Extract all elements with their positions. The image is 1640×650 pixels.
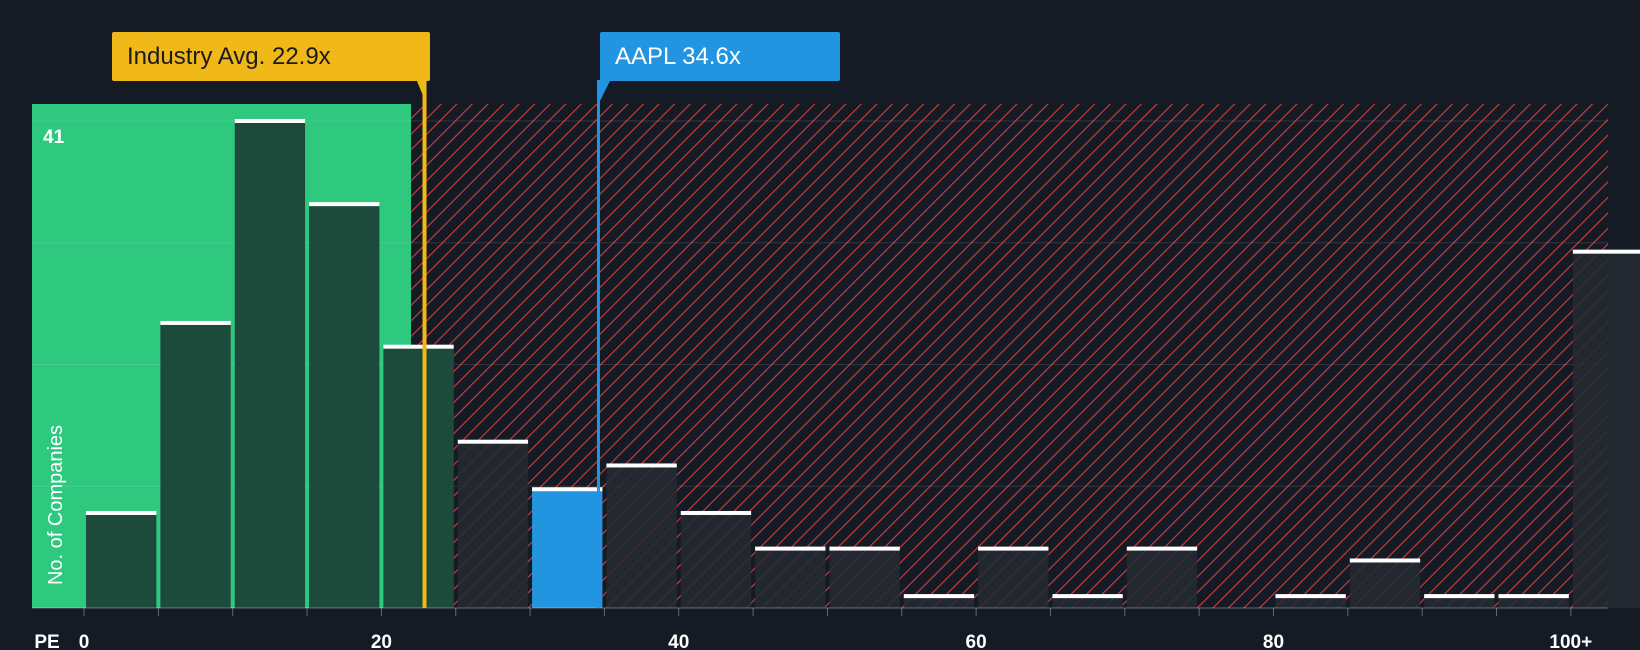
histogram-bar-cap-6 — [532, 487, 603, 492]
company-pe-pointer — [598, 80, 611, 104]
histogram-bar-cap-3 — [309, 202, 380, 207]
x-axis-label: PE — [34, 632, 59, 650]
industry-average-callout: Industry Avg. 22.9x — [112, 32, 430, 81]
histogram-bar-14 — [1126, 548, 1198, 608]
histogram-bar-cap-17 — [1349, 558, 1421, 563]
histogram-bar-cap-2 — [234, 119, 306, 123]
industry-average-line — [422, 80, 427, 608]
histogram-bar-cap-20 — [1572, 249, 1640, 254]
x-tick-label-0: 0 — [79, 632, 90, 650]
histogram-bar-8 — [680, 512, 752, 608]
histogram-bar-3 — [309, 204, 380, 608]
histogram-bar-20 — [1572, 251, 1640, 608]
histogram-bar-0 — [86, 512, 157, 608]
pe-ratio-chart: 0 20 40 60 80 100+ PE 41 No. of Companies Indust… — [0, 0, 1640, 650]
histogram-bar-cap-14 — [1126, 546, 1198, 551]
pe-histogram-svg: 0 20 40 60 80 100+ PE 41 No. of Companies — [32, 80, 1640, 650]
histogram-bar-cap-12 — [978, 546, 1049, 551]
histogram-bar-cap-13 — [1052, 594, 1123, 599]
histogram-bar-cap-4 — [383, 344, 454, 349]
x-tick-label-2: 40 — [668, 632, 689, 650]
x-tick-label-1: 20 — [371, 632, 392, 650]
histogram-bar-5 — [457, 441, 529, 608]
company-pe-callout: AAPL 34.6x — [600, 32, 840, 81]
histogram-bar-10 — [829, 548, 900, 608]
histogram-bar-cap-5 — [457, 439, 529, 444]
histogram-bar-cap-19 — [1498, 594, 1569, 599]
histogram-bar-cap-1 — [160, 320, 231, 325]
histogram-bar-9 — [755, 548, 826, 608]
histogram-bar-cap-0 — [86, 510, 157, 515]
histogram-bar-1 — [160, 322, 231, 608]
y-axis-label: No. of Companies — [45, 425, 67, 585]
histogram-bar-cap-10 — [829, 546, 900, 551]
histogram-bar-cap-9 — [755, 546, 826, 551]
histogram-bar-cap-16 — [1275, 594, 1346, 599]
histogram-bar-17 — [1349, 560, 1421, 608]
histogram-bar-cap-7 — [606, 463, 677, 468]
histogram-bar-cap-11 — [903, 594, 975, 599]
histogram-bar-2 — [234, 121, 306, 608]
histogram-bar-12 — [978, 548, 1049, 608]
histogram-bar-cap-8 — [680, 510, 752, 515]
histogram-bar-cap-18 — [1424, 594, 1495, 599]
x-tick-label-3: 60 — [966, 632, 987, 650]
histogram-bar-7 — [606, 465, 677, 608]
x-tick-label-4: 80 — [1263, 632, 1284, 650]
y-max-label: 41 — [43, 127, 65, 148]
company-pe-line — [596, 80, 600, 608]
histogram-bar-6 — [532, 489, 603, 608]
histogram-bar-4 — [383, 346, 454, 608]
x-tick-label-5: 100+ — [1549, 632, 1592, 650]
